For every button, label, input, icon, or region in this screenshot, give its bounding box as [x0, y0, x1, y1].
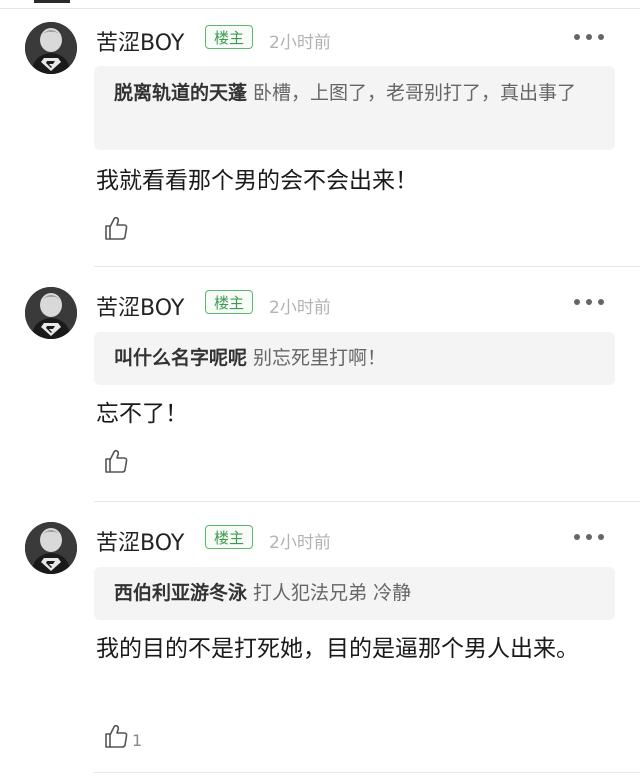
- thumbs-up-icon: [105, 216, 128, 240]
- thumbs-up-icon: [105, 449, 128, 473]
- avatar[interactable]: [25, 522, 77, 574]
- like-button[interactable]: 1: [102, 720, 142, 750]
- author-badge: 楼主: [205, 290, 254, 314]
- quote-username[interactable]: 叫什么名字呢呢: [114, 347, 247, 369]
- author-badge: 楼主: [205, 525, 254, 549]
- quoted-reply[interactable]: 脱离轨道的天蓬 卧槽，上图了，老哥别打了，真出事了: [94, 66, 615, 150]
- author-badge: 楼主: [205, 25, 254, 49]
- quote-text: 卧槽，上图了，老哥别打了，真出事了: [247, 82, 577, 104]
- quoted-reply[interactable]: 西伯利亚游冬泳 打人犯法兄弟 冷静: [94, 567, 615, 620]
- quote-text: 打人犯法兄弟 冷静: [247, 582, 412, 604]
- top-divider: [0, 8, 640, 9]
- timestamp: 2小时前: [269, 298, 331, 318]
- superman-avatar-icon: [25, 287, 77, 339]
- comment-divider: [94, 772, 640, 773]
- like-button[interactable]: [102, 212, 132, 242]
- more-dots-icon[interactable]: [574, 532, 604, 542]
- comment-body: 我的目的不是打死她，目的是逼那个男人出来。: [96, 636, 579, 662]
- superman-avatar-icon: [25, 522, 77, 574]
- comment-divider: [94, 266, 640, 267]
- top-tab-indicator: [34, 0, 70, 3]
- like-count: 1: [132, 731, 143, 750]
- like-button[interactable]: [102, 445, 132, 475]
- timestamp: 2小时前: [269, 33, 331, 53]
- comment-body: 忘不了！: [96, 401, 188, 427]
- superman-avatar-icon: [25, 22, 77, 74]
- thumbs-up-icon: [105, 724, 128, 748]
- quote-username[interactable]: 脱离轨道的天蓬: [114, 82, 247, 104]
- timestamp: 2小时前: [269, 533, 331, 553]
- comment-body: 我就看看那个男的会不会出来！: [96, 168, 418, 194]
- username[interactable]: 苦涩BOY: [96, 525, 184, 557]
- comment-divider: [94, 501, 640, 502]
- quoted-reply[interactable]: 叫什么名字呢呢 别忘死里打啊！: [94, 332, 615, 385]
- username[interactable]: 苦涩BOY: [96, 290, 184, 322]
- more-dots-icon[interactable]: [574, 297, 604, 307]
- more-dots-icon[interactable]: [574, 32, 604, 42]
- quote-username[interactable]: 西伯利亚游冬泳: [114, 582, 247, 604]
- avatar[interactable]: [25, 287, 77, 339]
- avatar[interactable]: [25, 22, 77, 74]
- username[interactable]: 苦涩BOY: [96, 25, 184, 57]
- quote-text: 别忘死里打啊！: [247, 347, 387, 369]
